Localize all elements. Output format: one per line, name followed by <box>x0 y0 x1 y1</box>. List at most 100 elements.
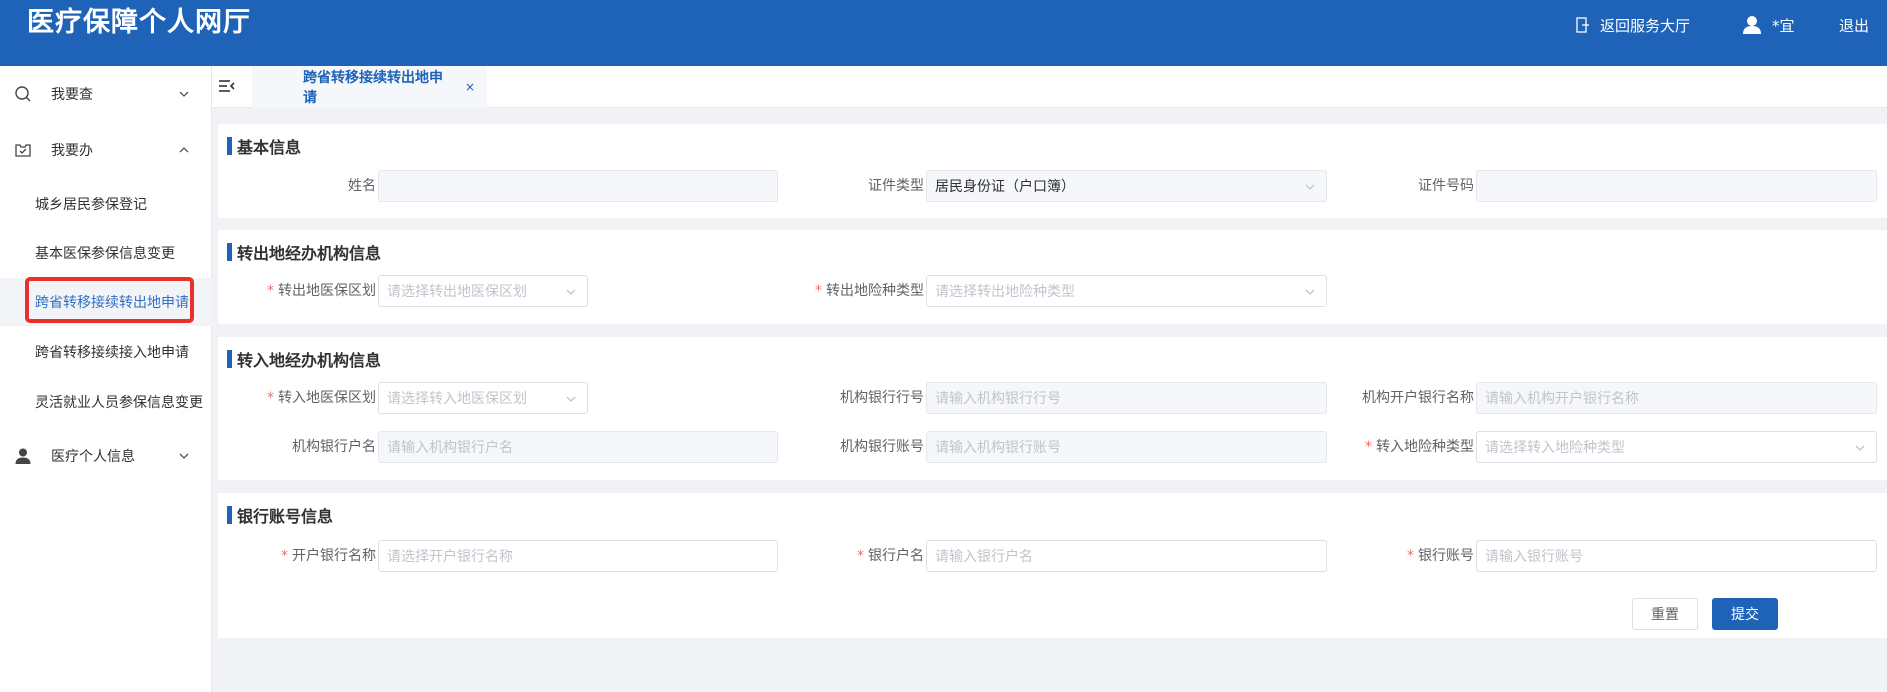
chevron-down-icon <box>566 289 576 295</box>
sidebar: 我要查 我要办 城乡居民参保登记 基本医保参保信息变更 跨省转移接续转出地申请 … <box>0 66 212 692</box>
menu-personal-info-label: 医疗个人信息 <box>51 449 135 465</box>
out-insurance-label-text: 转出地险种类型 <box>826 283 924 299</box>
id-number-field[interactable] <box>1476 170 1877 202</box>
required-mark: * <box>815 283 822 299</box>
chevron-down-icon <box>179 453 189 459</box>
account-holder-label: * 银行户名 <box>778 540 924 572</box>
bank-name-select[interactable]: 请选择开户银行名称 <box>378 540 778 572</box>
in-region-select[interactable]: 请选择转入地医保区划 <box>378 382 588 414</box>
out-insurance-label: * 转出地险种类型 <box>778 275 924 307</box>
inbox-check-icon <box>15 144 31 157</box>
org-account-no-label-text: 机构银行账号 <box>840 439 924 455</box>
sidebar-item-transfer-out-application[interactable]: 跨省转移接续转出地申请 <box>0 278 212 326</box>
search-icon <box>15 86 31 102</box>
bank-name-label: * 开户银行名称 <box>218 540 376 572</box>
org-account-no-label: 机构银行账号 <box>778 431 924 463</box>
basic-info-title: 基本信息 <box>227 137 301 157</box>
menu-query-label: 我要查 <box>51 87 93 103</box>
chevron-down-icon <box>1855 445 1865 451</box>
tabs-bar: 首页 跨省转移接续转出地申请 × <box>212 66 1887 108</box>
in-insurance-placeholder: 请选择转入地险种类型 <box>1485 440 1625 456</box>
bank-name-label-text: 开户银行名称 <box>292 548 376 564</box>
tab-close-icon[interactable]: × <box>465 80 475 94</box>
org-account-name-label: 机构银行户名 <box>218 431 376 463</box>
exit-door-icon <box>1576 17 1589 33</box>
required-mark: * <box>267 283 274 299</box>
person-icon <box>15 448 31 464</box>
account-holder-input[interactable]: 请输入银行户名 <box>926 540 1327 572</box>
bank-account-section: 银行账号信息 * 开户银行名称 请选择开户银行名称 * 银行户名 请输入银行户名 *… <box>218 493 1887 638</box>
in-region-placeholder: 请选择转入地医保区划 <box>387 391 527 407</box>
out-region-label-text: 转出地医保区划 <box>278 283 376 299</box>
org-bank-name-field[interactable]: 请输入机构开户银行名称 <box>1476 382 1877 414</box>
out-region-label: * 转出地医保区划 <box>218 275 376 307</box>
user-menu[interactable]: *宜 <box>1742 12 1795 38</box>
chevron-down-icon <box>179 91 189 97</box>
submit-button[interactable]: 提交 <box>1712 598 1778 630</box>
account-holder-label-text: 银行户名 <box>868 548 924 564</box>
in-region-label-text: 转入地医保区划 <box>278 390 376 406</box>
user-name: *宜 <box>1772 16 1795 35</box>
menu-personal-info[interactable]: 医疗个人信息 <box>0 434 212 478</box>
id-type-label: 证件类型 <box>778 170 924 202</box>
app-title: 医疗保障个人网厅 <box>27 7 251 38</box>
name-label: 姓名 <box>218 170 376 202</box>
transfer-in-org-section: 转入地经办机构信息 * 转入地医保区划 请选择转入地医保区划 机构银行行号 请输入… <box>218 337 1887 480</box>
account-number-label: * 银行账号 <box>1326 540 1474 572</box>
required-mark: * <box>267 390 274 406</box>
in-insurance-select[interactable]: 请选择转入地险种类型 <box>1476 431 1877 463</box>
menu-query[interactable]: 我要查 <box>0 72 212 116</box>
logout-button[interactable]: 退出 <box>1839 12 1869 38</box>
required-mark: * <box>1407 548 1414 564</box>
reset-button[interactable]: 重置 <box>1632 598 1698 630</box>
chevron-up-icon <box>179 147 189 153</box>
collapse-sidebar-icon[interactable] <box>218 78 236 94</box>
org-account-name-label-text: 机构银行户名 <box>292 439 376 455</box>
name-field[interactable] <box>378 170 778 202</box>
chevron-down-icon <box>1305 184 1315 190</box>
org-account-name-field[interactable]: 请输入机构银行户名 <box>378 431 778 463</box>
id-number-label: 证件号码 <box>1326 170 1474 202</box>
menu-do-label: 我要办 <box>51 143 93 159</box>
in-region-label: * 转入地医保区划 <box>218 382 376 414</box>
menu-do[interactable]: 我要办 <box>0 128 212 172</box>
tab-transfer-out-label: 跨省转移接续转出地申请 <box>303 70 443 106</box>
transfer-in-org-title: 转入地经办机构信息 <box>227 350 381 370</box>
account-number-input[interactable]: 请输入银行账号 <box>1476 540 1877 572</box>
sidebar-item-flexible-employment-change[interactable]: 灵活就业人员参保信息变更 <box>0 378 212 426</box>
bank-code-field[interactable]: 请输入机构银行行号 <box>926 382 1327 414</box>
id-type-select[interactable]: 居民身份证（户口簿） <box>926 170 1327 202</box>
out-region-placeholder: 请选择转出地医保区划 <box>387 284 527 300</box>
required-mark: * <box>1365 439 1372 455</box>
org-bank-name-label: 机构开户银行名称 <box>1326 382 1474 414</box>
org-bank-name-label-text: 机构开户银行名称 <box>1362 390 1474 406</box>
in-insurance-label-text: 转入地险种类型 <box>1376 439 1474 455</box>
bank-code-label-text: 机构银行行号 <box>840 390 924 406</box>
bank-account-title: 银行账号信息 <box>227 506 333 526</box>
sidebar-item-transfer-in-application[interactable]: 跨省转移接续接入地申请 <box>0 328 212 376</box>
logout-label: 退出 <box>1839 16 1870 35</box>
id-type-value: 居民身份证（户口簿） <box>935 179 1075 195</box>
org-account-no-field[interactable]: 请输入机构银行账号 <box>926 431 1327 463</box>
transfer-out-org-section: 转出地经办机构信息 * 转出地医保区划 请选择转出地医保区划 * 转出地险种类型 请… <box>218 230 1887 324</box>
transfer-out-org-title: 转出地经办机构信息 <box>227 243 381 263</box>
back-to-service-hall-link[interactable]: 返回服务大厅 <box>1576 12 1690 38</box>
in-insurance-label: * 转入地险种类型 <box>1326 431 1474 463</box>
out-insurance-select[interactable]: 请选择转出地险种类型 <box>926 275 1327 307</box>
tab-transfer-out-application[interactable]: 跨省转移接续转出地申请 × <box>252 66 487 108</box>
required-mark: * <box>857 548 864 564</box>
user-icon <box>1743 16 1761 34</box>
name-label-text: 姓名 <box>348 178 376 194</box>
id-type-label-text: 证件类型 <box>868 178 924 194</box>
sidebar-item-basic-info-change[interactable]: 基本医保参保信息变更 <box>0 229 212 277</box>
id-number-label-text: 证件号码 <box>1418 178 1474 194</box>
sidebar-item-resident-registration[interactable]: 城乡居民参保登记 <box>0 180 212 228</box>
account-number-label-text: 银行账号 <box>1418 548 1474 564</box>
back-to-service-hall-label: 返回服务大厅 <box>1600 16 1691 35</box>
main-content: 基本信息 姓名 证件类型 居民身份证（户口簿） 证件号码 转出地经办机构信息 *… <box>212 108 1887 692</box>
out-region-select[interactable]: 请选择转出地医保区划 <box>378 275 588 307</box>
chevron-down-icon <box>566 396 576 402</box>
chevron-down-icon <box>1305 289 1315 295</box>
top-header: 医疗保障个人网厅 返回服务大厅 *宜 退出 <box>0 0 1887 66</box>
required-mark: * <box>281 548 288 564</box>
